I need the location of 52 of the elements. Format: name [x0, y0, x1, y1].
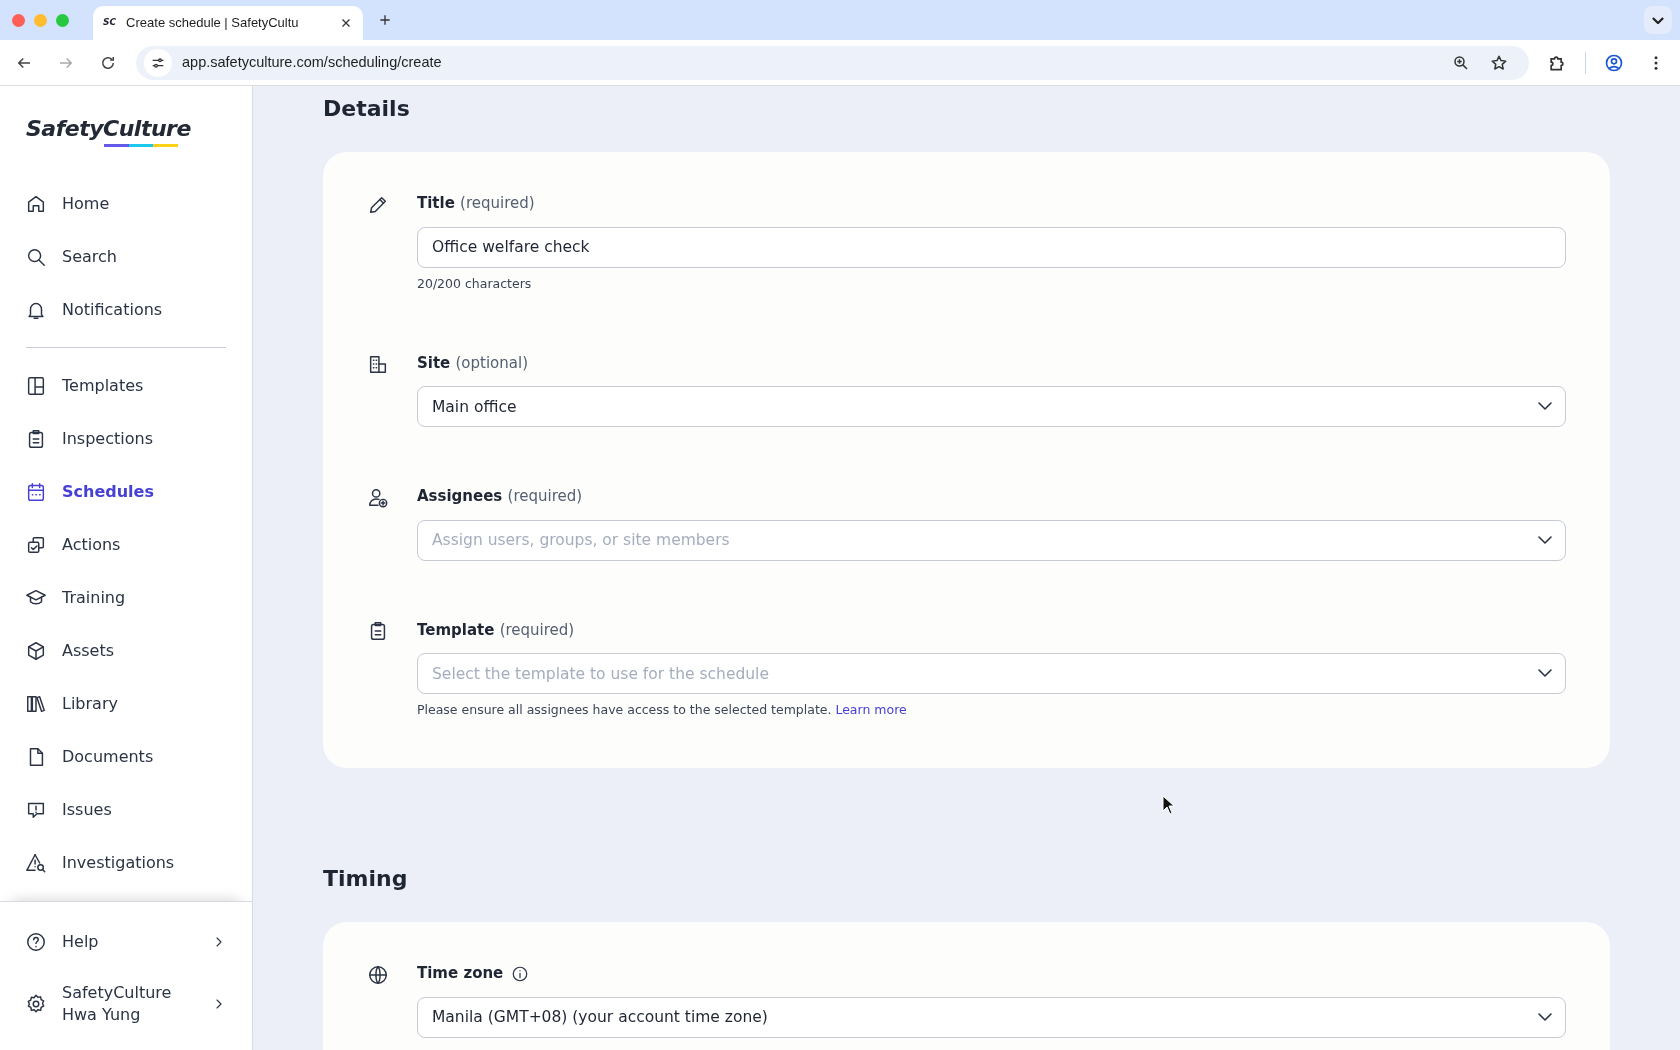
field-label: Site (optional) [417, 352, 528, 374]
address-bar[interactable]: app.safetyculture.com/scheduling/create [136, 45, 1529, 80]
sidebar-item[interactable]: Templates [0, 359, 252, 412]
chevron-down-icon [1538, 402, 1552, 411]
sidebar-item[interactable]: Training [0, 571, 252, 624]
sidebar-item[interactable]: SafetyCulture Hwa Yung [0, 968, 252, 1040]
chevron-down-icon [1538, 535, 1552, 544]
settings-icon [25, 993, 47, 1015]
helper-text: 20/200 characters [417, 274, 533, 293]
site-settings-icon[interactable] [144, 48, 172, 77]
warning-search-icon [25, 851, 47, 874]
user-add-icon [367, 486, 389, 509]
mouse-cursor-icon [1162, 795, 1176, 815]
section-heading: Timing [323, 864, 409, 893]
favicon: SC [103, 16, 117, 30]
sidebar-item[interactable]: Home [0, 177, 252, 230]
globe-icon [367, 963, 389, 986]
dropdown-field[interactable]: Manila (GMT+08) (your account time zone) [417, 996, 1566, 1038]
sidebar-item[interactable]: Schedules [0, 465, 252, 518]
chevron-down-icon [1652, 16, 1664, 24]
field-label: Time zone [417, 963, 504, 985]
helper-text: Please ensure all assignees have access to the selected template. Learn more [417, 701, 908, 720]
sidebar-item[interactable]: Inspections [0, 412, 252, 465]
sidebar-item[interactable]: Library [0, 677, 252, 730]
sidebar-item[interactable]: Notifications [0, 283, 252, 336]
learn-more-link[interactable]: Learn more [835, 702, 907, 718]
sidebar-item[interactable]: Assets [0, 624, 252, 677]
sidebar-item[interactable]: Issues [0, 783, 252, 836]
sidebar-item[interactable]: Investigations [0, 836, 252, 889]
new-tab-icon[interactable] [377, 12, 393, 28]
field-label: Title (required) [417, 193, 535, 215]
dropdown-field[interactable]: Assign users, groups, or site members [417, 519, 1566, 561]
sidebar-item[interactable]: Actions [0, 518, 252, 571]
help-icon [25, 931, 47, 953]
sidebar-item[interactable]: Documents [0, 730, 252, 783]
dropdown-field[interactable]: Main office [417, 386, 1566, 428]
sidebar-item[interactable]: Help [0, 916, 252, 968]
section-heading: Details [323, 95, 411, 123]
logo[interactable]: SafetyCulture [26, 118, 191, 140]
building-icon [367, 353, 389, 376]
chevron-down-icon [1538, 669, 1552, 678]
calendar-icon [25, 480, 47, 503]
browser-tab[interactable]: SC Create schedule | SafetyCultu [93, 6, 363, 40]
tab-list-button[interactable] [1644, 6, 1672, 34]
dropdown-field[interactable]: Select the template to use for the schedule [417, 653, 1566, 695]
chevron-down-icon [1538, 1012, 1552, 1021]
sidebar-item[interactable]: Search [0, 230, 252, 283]
cube-icon [25, 639, 47, 662]
text-field[interactable]: Office welfare check [417, 226, 1566, 268]
field-label: Assignees (required) [417, 486, 583, 508]
field-label: Template (required) [417, 619, 575, 641]
layout-icon [25, 374, 47, 397]
